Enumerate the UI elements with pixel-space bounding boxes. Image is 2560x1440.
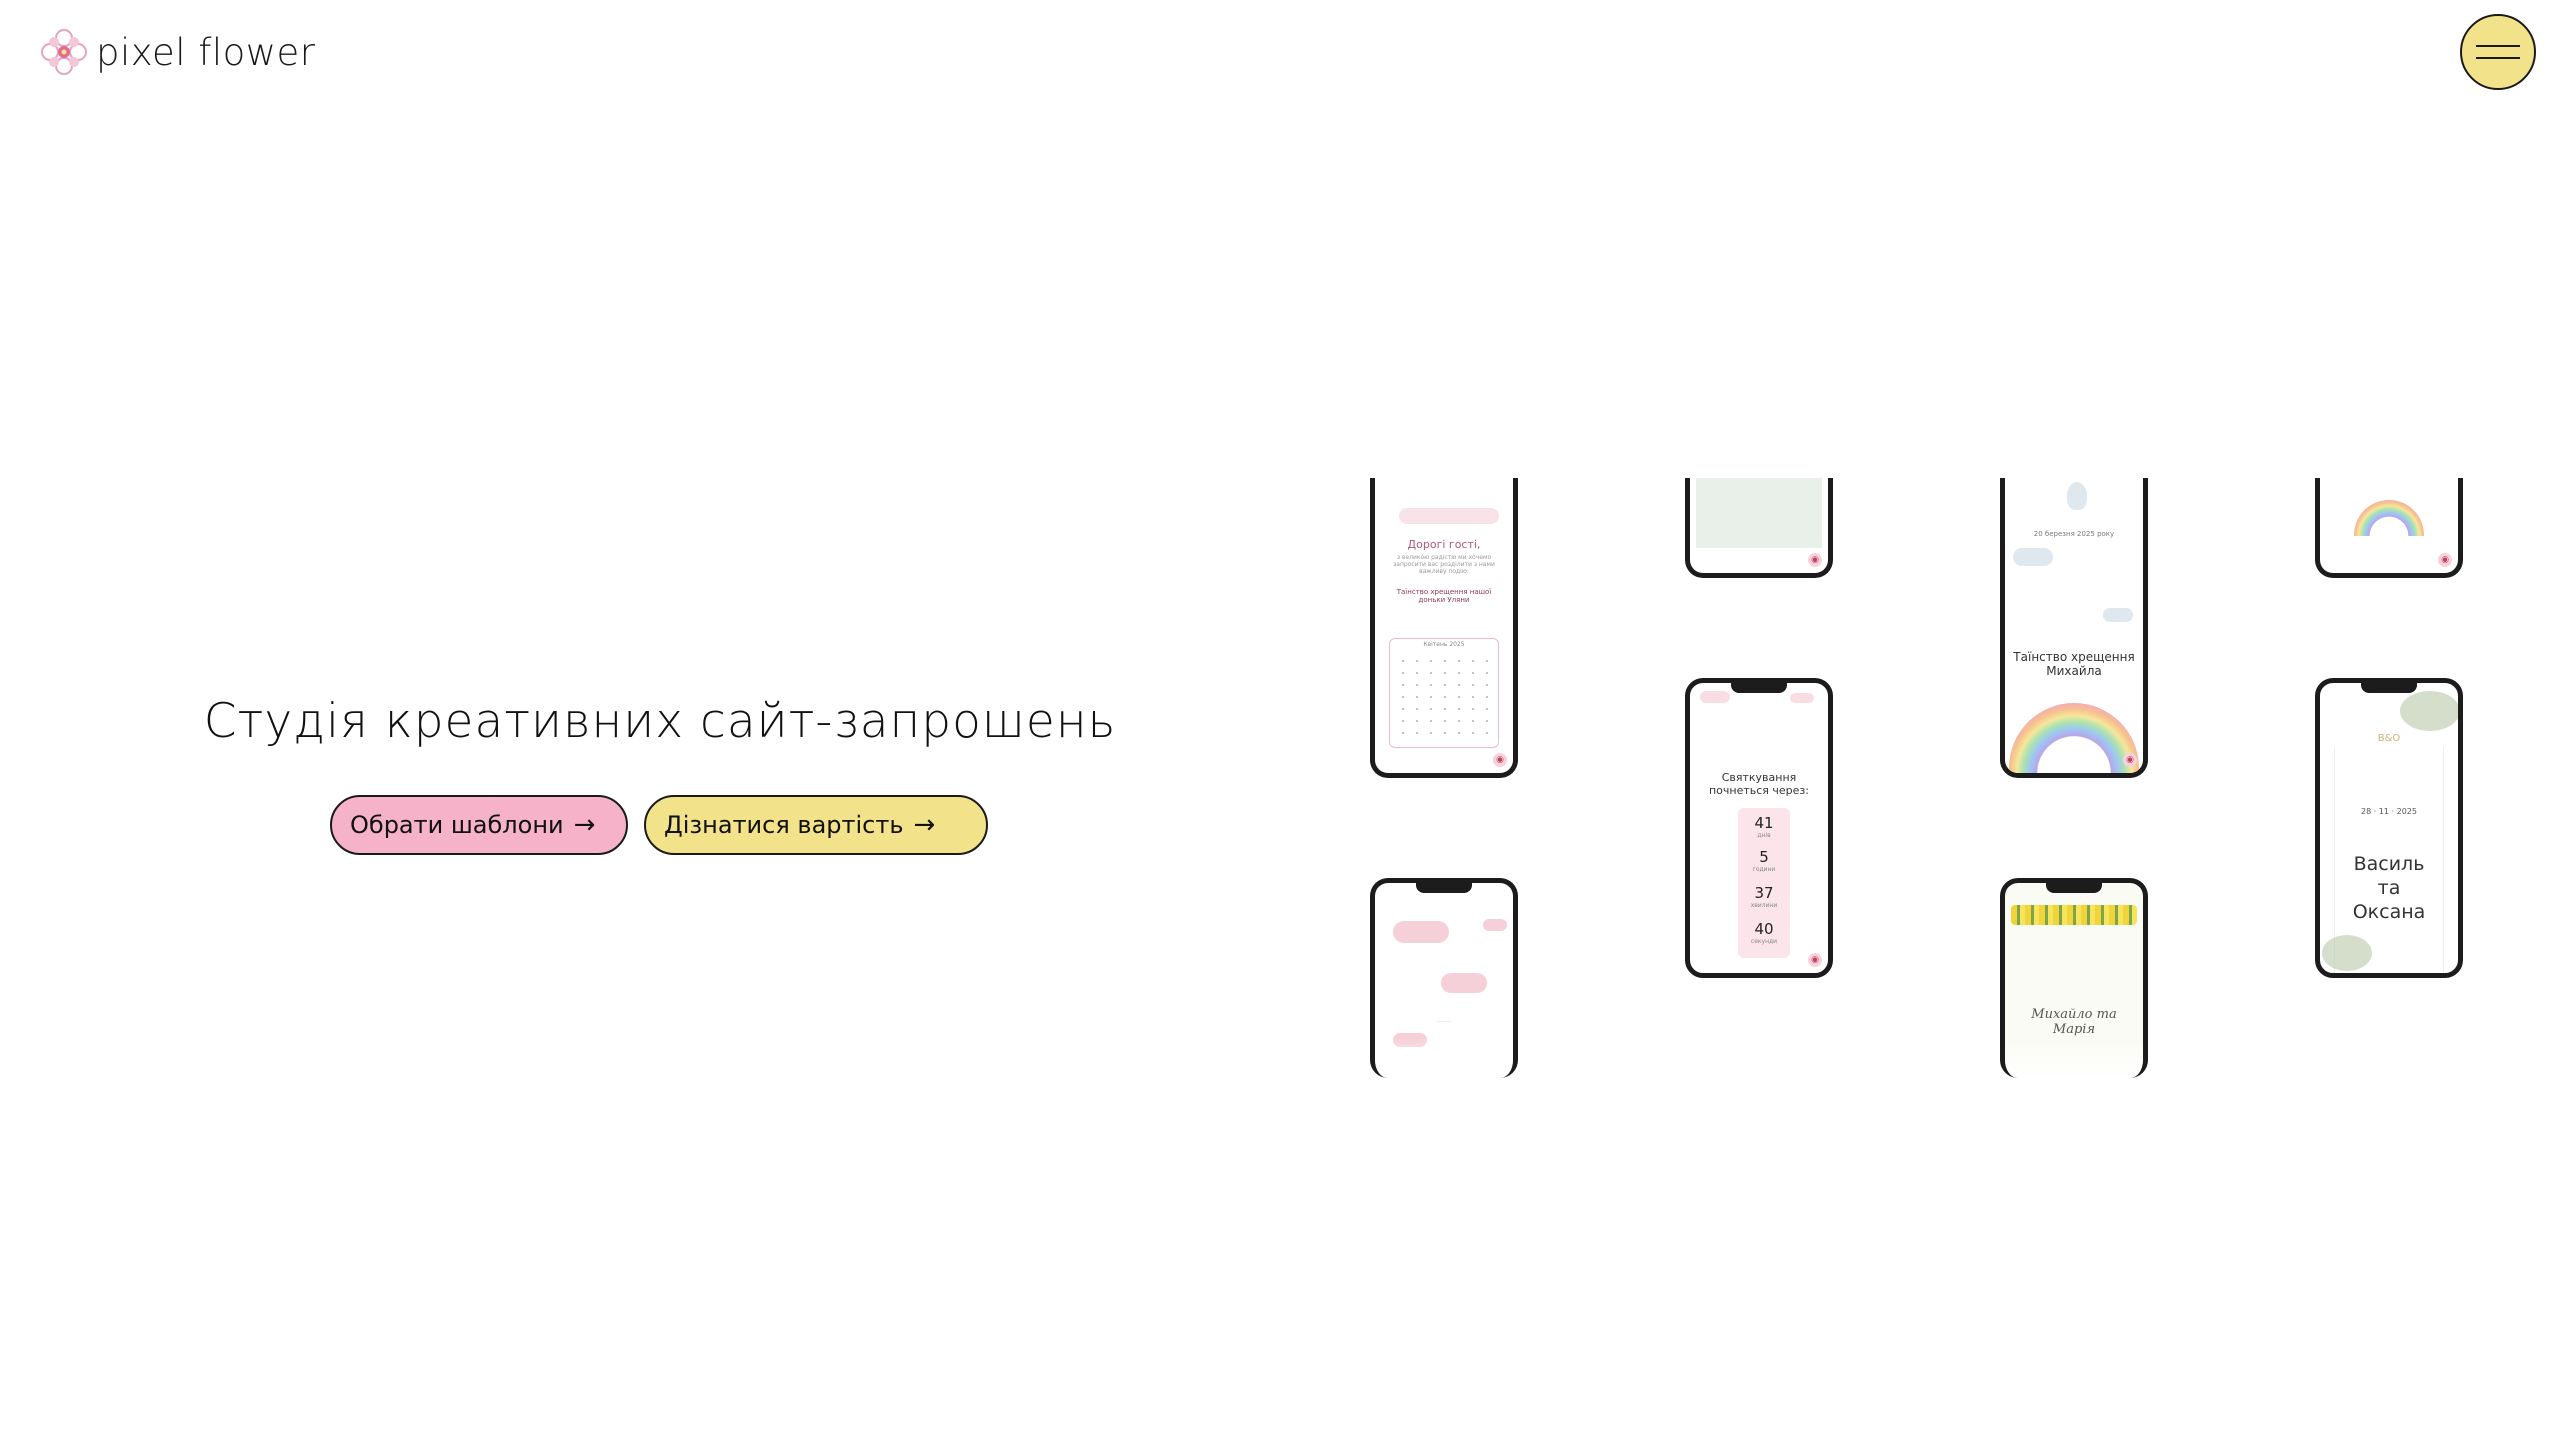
arrow-right-icon: → [573,810,596,840]
preview-body: з великою радістю ми хочемо запросити ва… [1393,554,1495,575]
menu-button[interactable] [2460,14,2536,90]
calendar-month: Квітень 2025 [1423,641,1465,648]
wedding-name2: Оксана [2352,901,2426,923]
phone-preview-calendar[interactable]: Дорогі гості, з великою радістю ми хочем… [1370,478,1518,778]
eye-icon: ◉ [2438,553,2452,567]
eye-icon: ◉ [1808,553,1822,567]
phone-preview-countdown[interactable]: Святкування почнеться через: 41 днів 5 г… [1685,678,1833,978]
flower-logo-icon [41,29,87,75]
wedding-monogram: В&О [2377,733,2401,744]
rainbow-illustration [2009,703,2139,773]
hamburger-icon [2476,45,2520,47]
wedding-date: 28 · 11 · 2025 [2361,807,2417,816]
phone-preview-baptism[interactable]: 20 березня 2025 року Таїнство хрещення М… [2000,478,2148,778]
couple-names: Михайло та Марія [2031,1007,2117,1037]
hero-title: Студія креативних сайт-запрошень [203,694,1117,749]
baptism-date: 20 березня 2025 року [2033,530,2115,538]
logo[interactable]: pixel flower [38,26,316,78]
phone-previews: Дорогі гості, з великою радістю ми хочем… [1360,470,2480,1090]
choose-templates-button[interactable]: Обрати шаблони → [330,795,628,855]
preview-event: Таїнство хрещення нашої доньки Уляни [1396,588,1492,604]
choose-templates-label: Обрати шаблони [350,811,564,839]
hamburger-icon-bar [2476,57,2520,59]
preview-heading: Дорогі гості, [1407,538,1481,551]
eye-icon: ◉ [2123,753,2137,767]
wedding-conj: та [2377,877,2401,899]
baptism-title: Таїнство хрещення Михайла [2013,650,2135,678]
wedding-name1: Василь [2353,853,2425,875]
phone-preview-flowers[interactable]: Михайло та Марія [2000,878,2148,1078]
phone-preview-rainbow[interactable]: ◉ [2315,478,2463,578]
flowers-border [2011,905,2137,925]
arrow-right-icon: → [913,810,936,840]
learn-price-button[interactable]: Дізнатися вартість → [644,795,988,855]
calendar-widget: Квітень 2025 [1389,638,1499,748]
eye-icon: ◉ [1493,753,1507,767]
logo-text: pixel flower [96,30,316,74]
phone-preview-map[interactable]: ◉ [1685,478,1833,578]
countdown-title: Святкування почнеться через: [1708,771,1809,797]
learn-price-label: Дізнатися вартість [664,811,904,839]
phone-preview-clouds[interactable]: ········· [1370,878,1518,1078]
eye-icon: ◉ [1808,953,1822,967]
countdown-widget: 41 днів 5 години 37 хвилини 40 секунди [1738,808,1790,958]
cta-group: Обрати шаблони → Дізнатися вартість → [330,795,988,855]
phone-preview-wedding[interactable]: В&О 28 · 11 · 2025 Василь та Оксана [2315,678,2463,978]
